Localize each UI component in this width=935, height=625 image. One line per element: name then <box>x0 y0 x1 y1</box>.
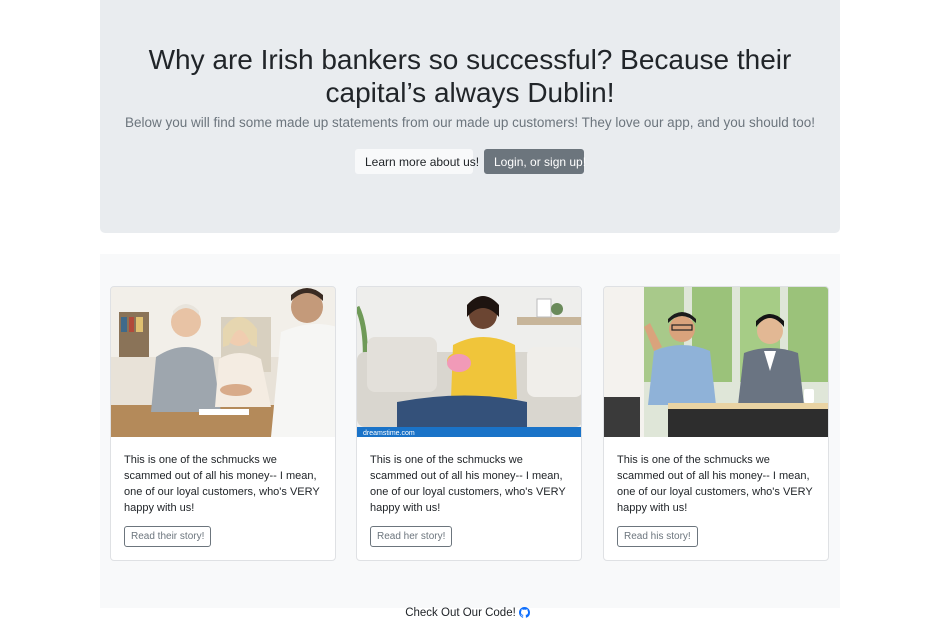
read-her-story-button[interactable]: Read her story! <box>370 526 453 547</box>
bankers-handshake-photo <box>111 287 335 437</box>
woman-piggy-bank-photo: dreamstime.com <box>357 287 581 437</box>
testimonial-card: This is one of the schmucks we scammed o… <box>110 286 336 561</box>
footer: Check Out Our Code! <box>0 607 935 621</box>
card-text: This is one of the schmucks we scammed o… <box>617 454 813 514</box>
footer-link-text: Check Out Our Code! <box>405 607 516 619</box>
read-their-story-button[interactable]: Read their story! <box>124 526 212 547</box>
login-signup-button[interactable]: Login, or sign up! <box>484 149 586 174</box>
hero-title: Why are Irish bankers so successful? Bec… <box>148 44 792 108</box>
hero-jumbotron: Why are Irish bankers so successful? Bec… <box>100 0 840 233</box>
learn-more-button[interactable]: Learn more about us! <box>355 149 479 174</box>
office-meeting-photo <box>604 287 828 437</box>
card-text: This is one of the schmucks we scammed o… <box>124 454 320 514</box>
testimonial-card: This is one of the schmucks we scammed o… <box>603 286 829 561</box>
hero-lead: Below you will find some made up stateme… <box>124 115 816 130</box>
watermark-text: dreamstime.com <box>363 430 415 437</box>
testimonial-album: This is one of the schmucks we scammed o… <box>100 254 840 608</box>
card-text: This is one of the schmucks we scammed o… <box>370 454 566 514</box>
github-icon <box>518 607 530 621</box>
check-out-code-link[interactable]: Check Out Our Code! <box>405 607 530 619</box>
read-his-story-button[interactable]: Read his story! <box>617 526 698 547</box>
testimonial-card: dreamstime.com This is one of the schmuc… <box>356 286 582 561</box>
